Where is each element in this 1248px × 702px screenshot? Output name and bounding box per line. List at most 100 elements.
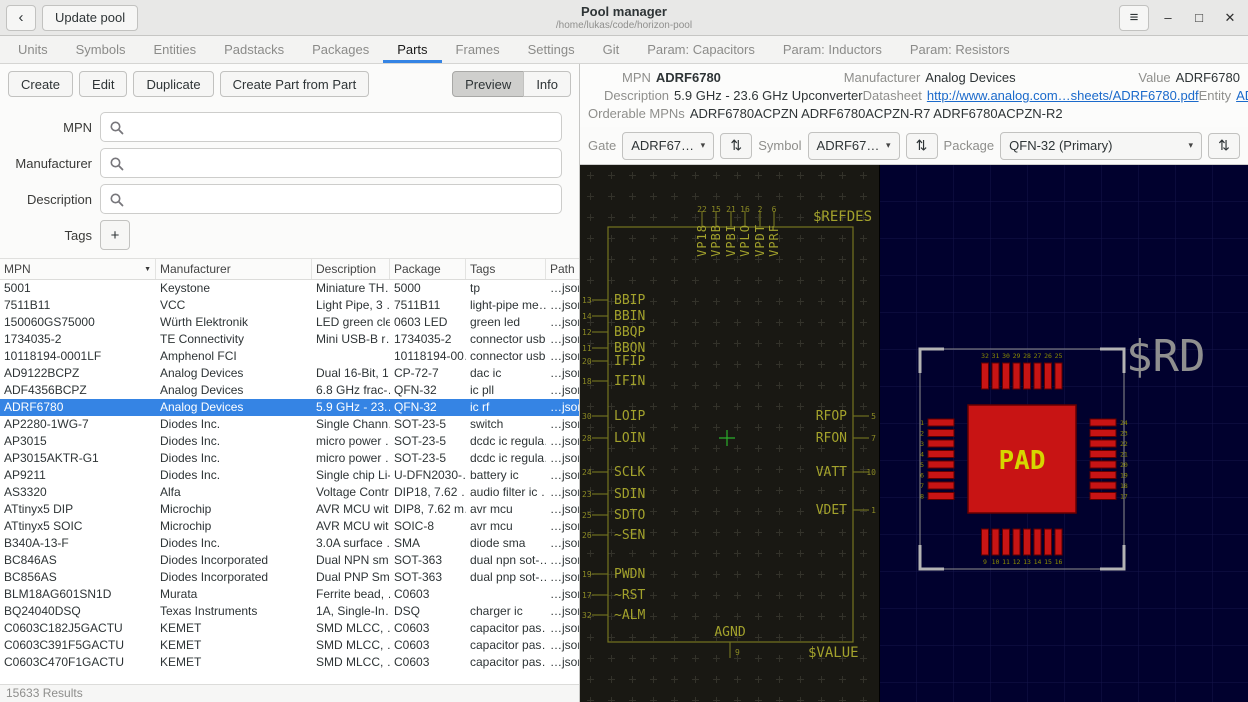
description-search-input[interactable] [101, 185, 561, 213]
column-header-description[interactable]: Description [312, 259, 390, 279]
table-row[interactable]: ADRF6780 Analog Devices 5.9 GHz - 23.… Q… [0, 399, 579, 416]
minimize-button[interactable]: – [1156, 6, 1180, 30]
cell-tags: green led [466, 314, 546, 331]
tab[interactable]: Parts [383, 36, 441, 63]
maximize-button[interactable]: □ [1187, 6, 1211, 30]
column-header-path[interactable]: Path [546, 259, 579, 279]
tab[interactable]: Entities [139, 36, 210, 63]
table-row[interactable]: 10118194-0001LF Amphenol FCI 10118194-00… [0, 348, 579, 365]
table-row[interactable]: ATtinyx5 DIP Microchip AVR MCU wit… DIP8… [0, 501, 579, 518]
table-row[interactable]: C0603C182J5GACTU KEMET SMD MLCC, … C0603… [0, 620, 579, 637]
update-pool-button[interactable]: Update pool [42, 5, 138, 31]
datasheet-link[interactable]: http://www.analog.com…sheets/ADRF6780.pd… [927, 88, 1199, 103]
tab[interactable]: Settings [514, 36, 589, 63]
preview-canvases: 13 BBIP 14 BBIN 12 BBQP 11 BBQN [580, 165, 1248, 702]
search-icon [109, 192, 125, 208]
edit-button[interactable]: Edit [79, 71, 127, 97]
cell-path: …json [546, 467, 579, 484]
column-header-manufacturer[interactable]: Manufacturer [156, 259, 312, 279]
create-part-from-part-button[interactable]: Create Part from Part [220, 71, 370, 97]
pad-number: 16 [1055, 558, 1063, 566]
table-row[interactable]: AS3320 Alfa Voltage Contr… DIP18, 7.62 …… [0, 484, 579, 501]
table-row[interactable]: AP3015AKTR-G1 Diodes Inc. micro power … … [0, 450, 579, 467]
table-row[interactable]: B340A-13-F Diodes Inc. 3.0A surface … SM… [0, 535, 579, 552]
manufacturer-search-input[interactable] [101, 149, 561, 177]
table-row[interactable]: 5001 Keystone Miniature TH… 5000 tp …jso… [0, 280, 579, 297]
menu-button[interactable]: ≡ [1119, 5, 1149, 31]
preview-toggle-button[interactable]: Preview [452, 71, 524, 97]
tab[interactable]: Param: Inductors [769, 36, 896, 63]
table-row[interactable]: 1734035-2 TE Connectivity Mini USB-B r… … [0, 331, 579, 348]
table-row[interactable]: AP9211 Diodes Inc. Single chip Li-… U-DF… [0, 467, 579, 484]
package-combo[interactable]: QFN-32 (Primary)▾ [1000, 132, 1202, 160]
table-row[interactable]: 7511B11 VCC Light Pipe, 3 … 7511B11 ligh… [0, 297, 579, 314]
add-tag-button[interactable]: + [100, 220, 130, 250]
package-goto-button[interactable]: ⇅ [1208, 133, 1240, 159]
cell-package: C0603 [390, 586, 466, 603]
duplicate-button[interactable]: Duplicate [133, 71, 213, 97]
smd-pad [982, 529, 989, 555]
table-row[interactable]: BC856AS Diodes Incorporated Dual PNP Sm…… [0, 569, 579, 586]
package-label: Package [944, 138, 995, 153]
cell-mpn: AP3015 [0, 433, 156, 450]
tab[interactable]: Packages [298, 36, 383, 63]
tab[interactable]: Padstacks [210, 36, 298, 63]
cell-manufacturer: KEMET [156, 620, 312, 637]
column-header-package[interactable]: Package [390, 259, 466, 279]
parts-table: ▼MPN Manufacturer Description Package Ta… [0, 258, 579, 684]
table-row[interactable]: C0603C470F1GACTU KEMET SMD MLCC, … C0603… [0, 654, 579, 671]
create-button[interactable]: Create [8, 71, 73, 97]
detail-manufacturer: ManufacturerAnalog Devices [844, 70, 1016, 86]
tab[interactable]: Frames [442, 36, 514, 63]
mpn-search-entry[interactable] [100, 112, 562, 142]
smd-pad [928, 430, 954, 437]
back-button[interactable]: ‹ [6, 5, 36, 31]
cell-package: C0603 [390, 654, 466, 671]
cell-description: SMD MLCC, … [312, 637, 390, 654]
table-row[interactable]: BC846AS Diodes Incorporated Dual NPN sm…… [0, 552, 579, 569]
gate-combo[interactable]: ADRF67…▾ [622, 132, 714, 160]
table-row[interactable]: AD9122BCPZ Analog Devices Dual 16-Bit, 1… [0, 365, 579, 382]
cell-package: DIP8, 7.62 m… [390, 501, 466, 518]
tab[interactable]: Param: Capacitors [633, 36, 769, 63]
symbol-combo[interactable]: ADRF67…▾ [808, 132, 900, 160]
table-row[interactable]: AP2280-1WG-7 Diodes Inc. Single Chann… S… [0, 416, 579, 433]
tab[interactable]: Git [589, 36, 634, 63]
table-row[interactable]: ATtinyx5 SOIC Microchip AVR MCU wit… SOI… [0, 518, 579, 535]
table-row[interactable]: AP3015 Diodes Inc. micro power … SOT-23-… [0, 433, 579, 450]
table-row[interactable]: BLM18AG601SN1D Murata Ferrite bead, … C0… [0, 586, 579, 603]
manufacturer-search-entry[interactable] [100, 148, 562, 178]
table-row[interactable]: ADF4356BCPZ Analog Devices 6.8 GHz frac-… [0, 382, 579, 399]
tab[interactable]: Units [4, 36, 62, 63]
tab[interactable]: Param: Resistors [896, 36, 1024, 63]
cell-path: …json [546, 484, 579, 501]
cell-package: SOT-363 [390, 569, 466, 586]
symbol-goto-button[interactable]: ⇅ [906, 133, 938, 159]
cell-package: QFN-32 [390, 399, 466, 416]
tab[interactable]: Symbols [62, 36, 140, 63]
symbol-preview-canvas[interactable]: 13 BBIP 14 BBIN 12 BBQP 11 BBQN [580, 165, 880, 702]
cell-tags: tp [466, 280, 546, 297]
cell-tags: capacitor pas… [466, 654, 546, 671]
pad-number: 13 [1023, 558, 1031, 566]
close-button[interactable]: ✕ [1218, 6, 1242, 30]
gate-goto-button[interactable]: ⇅ [720, 133, 752, 159]
cell-description: Miniature TH… [312, 280, 390, 297]
cell-package: C0603 [390, 637, 466, 654]
preview-controls: Gate ADRF67…▾ ⇅ Symbol ADRF67…▾ ⇅ Packag… [580, 127, 1248, 165]
cell-package: 7511B11 [390, 297, 466, 314]
cell-tags: battery ic [466, 467, 546, 484]
column-header-tags[interactable]: Tags [466, 259, 546, 279]
table-row[interactable]: BQ24040DSQ Texas Instruments 1A, Single-… [0, 603, 579, 620]
pad-number: 25 [1055, 352, 1063, 360]
package-preview-canvas[interactable]: PAD $RD 19172521018263111927412202851321… [880, 165, 1248, 702]
pad-number: 27 [1034, 352, 1042, 360]
description-search-entry[interactable] [100, 184, 562, 214]
mpn-search-input[interactable] [101, 113, 561, 141]
table-row[interactable]: C0603C391F5GACTU KEMET SMD MLCC, … C0603… [0, 637, 579, 654]
table-row[interactable]: 150060GS75000 Würth Elektronik LED green… [0, 314, 579, 331]
column-header-mpn[interactable]: ▼MPN [0, 259, 156, 279]
entity-link[interactable]: ADRF6780ACPZN-R7 [1236, 88, 1248, 103]
info-toggle-button[interactable]: Info [523, 71, 571, 97]
maximize-icon: □ [1195, 10, 1203, 25]
